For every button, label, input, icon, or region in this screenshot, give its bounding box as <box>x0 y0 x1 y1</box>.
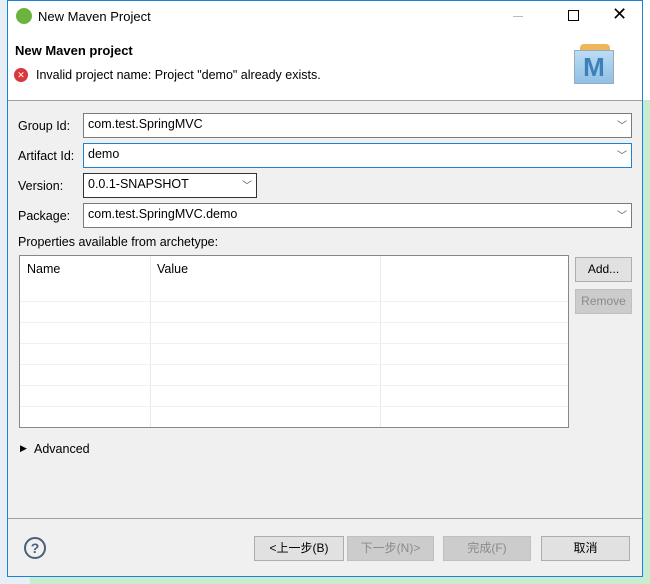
column-divider <box>150 256 151 427</box>
group-id-combo[interactable]: com.test.SpringMVC ﹀ <box>83 113 632 138</box>
spring-leaf-icon <box>16 8 32 24</box>
column-header-value[interactable]: Value <box>157 262 188 276</box>
finish-button[interactable]: 完成(F) <box>443 536 531 561</box>
new-maven-project-dialog: New Maven Project ✕ New Maven project ✕ … <box>7 0 643 577</box>
chevron-down-icon: ﹀ <box>617 121 627 132</box>
chevron-down-icon: ﹀ <box>617 211 627 222</box>
back-button[interactable]: <上一步(B) <box>254 536 344 561</box>
minimize-button[interactable] <box>513 16 523 17</box>
group-id-label: Group Id: <box>18 119 71 133</box>
help-icon[interactable]: ? <box>24 537 46 559</box>
package-combo[interactable]: com.test.SpringMVC.demo ﹀ <box>83 203 632 228</box>
version-combo[interactable]: 0.0.1-SNAPSHOT ﹀ <box>83 173 257 198</box>
row-divider <box>20 322 568 323</box>
error-icon: ✕ <box>14 68 28 82</box>
page-title: New Maven project <box>15 43 133 58</box>
next-button[interactable]: 下一步(N)> <box>347 536 434 561</box>
artifact-id-value: demo <box>88 147 120 161</box>
window-title: New Maven Project <box>38 9 151 24</box>
add-property-button[interactable]: Add... <box>575 257 632 282</box>
properties-table[interactable]: Name Value <box>19 255 569 428</box>
column-header-name[interactable]: Name <box>27 262 60 276</box>
cancel-button[interactable]: 取消 <box>541 536 630 561</box>
remove-property-button[interactable]: Remove <box>575 289 632 314</box>
chevron-down-icon: ﹀ <box>617 151 627 162</box>
column-divider <box>380 256 381 427</box>
row-divider <box>20 343 568 344</box>
chevron-down-icon: ﹀ <box>242 181 252 192</box>
artifact-id-label: Artifact Id: <box>18 149 75 163</box>
expand-triangle-icon[interactable]: ▶ <box>20 443 27 454</box>
close-button[interactable]: ✕ <box>612 4 627 25</box>
maximize-button[interactable] <box>568 10 579 21</box>
error-message: Invalid project name: Project "demo" alr… <box>36 68 321 82</box>
properties-label: Properties available from archetype: <box>18 235 219 249</box>
row-divider <box>20 364 568 365</box>
row-divider <box>20 406 568 407</box>
group-id-value: com.test.SpringMVC <box>88 117 203 131</box>
package-value: com.test.SpringMVC.demo <box>88 207 238 221</box>
artifact-id-combo[interactable]: demo ﹀ <box>83 143 632 168</box>
package-label: Package: <box>18 209 71 223</box>
version-label: Version: <box>18 179 64 193</box>
footer-separator <box>8 518 642 519</box>
title-bar: New Maven Project ✕ <box>8 1 642 32</box>
row-divider <box>20 301 568 302</box>
version-value: 0.0.1-SNAPSHOT <box>88 177 189 191</box>
advanced-section-toggle[interactable]: Advanced <box>34 442 90 456</box>
wizard-header: New Maven project ✕ Invalid project name… <box>8 32 642 101</box>
maven-logo-icon: M <box>574 44 620 84</box>
row-divider <box>20 385 568 386</box>
